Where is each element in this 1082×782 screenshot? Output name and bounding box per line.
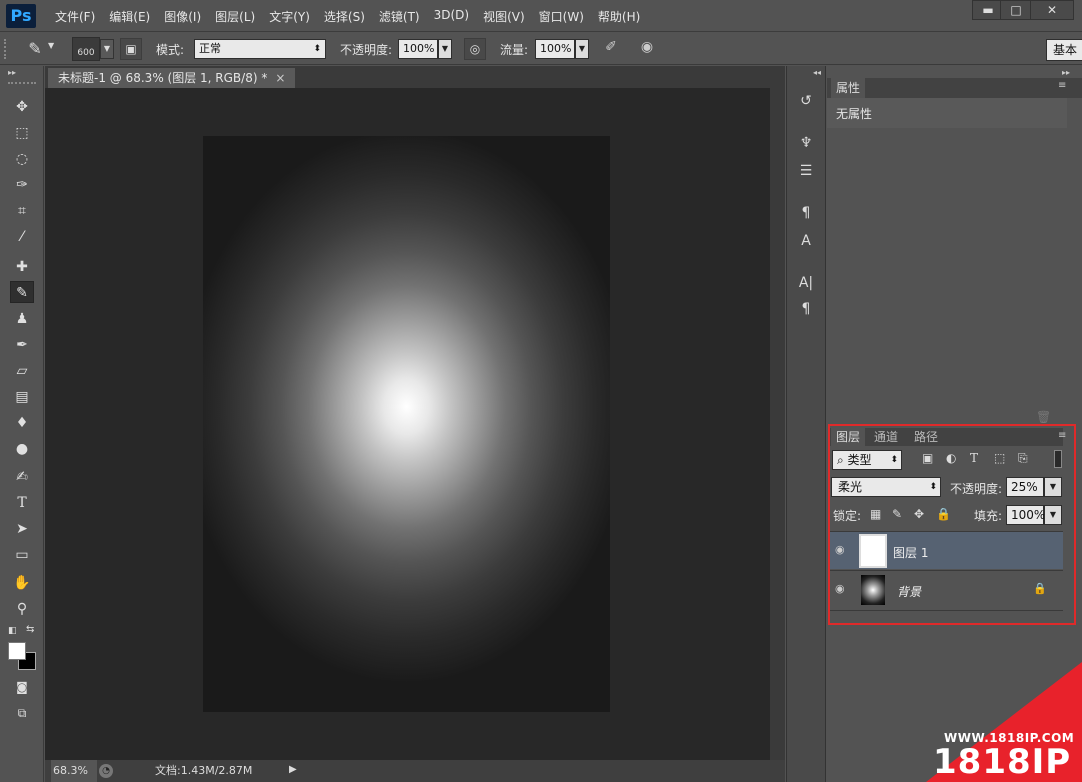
menu-layer[interactable]: 图层(L) [208, 8, 262, 25]
menu-edit[interactable]: 编辑(E) [102, 8, 157, 25]
character-panel-icon[interactable]: A| [795, 272, 817, 294]
highlight-box [828, 424, 1076, 625]
flow-input[interactable]: 100% [535, 39, 575, 59]
opacity-input[interactable]: 100% [398, 39, 438, 59]
flow-label: 流量: [500, 43, 529, 57]
collapse-dock-icon[interactable]: ◂◂ [813, 68, 821, 77]
brush-size-dropdown[interactable]: ▼ [100, 39, 114, 59]
select-arrows-icon: ⬍ [313, 44, 321, 54]
brush-size-picker[interactable]: 600 [72, 37, 100, 61]
menu-select[interactable]: 选择(S) [317, 8, 372, 25]
opacity-dropdown[interactable]: ▼ [438, 39, 452, 59]
clone-stamp-tool-icon[interactable]: ♟ [10, 308, 34, 330]
menu-file[interactable]: 文件(F) [48, 8, 102, 25]
preset-dropdown-arrow-icon[interactable]: ▼ [48, 41, 54, 50]
close-tab-icon[interactable]: × [275, 71, 285, 85]
document-tab[interactable]: 未标题-1 @ 68.3% (图层 1, RGB/8) * × [48, 68, 296, 88]
adjustments-icon[interactable]: ☰ [795, 160, 817, 182]
paragraph-panel-icon[interactable]: ¶ [795, 298, 817, 320]
mode-label: 模式: [156, 43, 185, 57]
expand-panels-icon[interactable]: ▸▸ [1062, 68, 1070, 77]
paragraph-styles-icon[interactable]: ¶ [795, 202, 817, 224]
menu-type[interactable]: 文字(Y) [262, 8, 317, 25]
status-bar: 68.3% ◔ 文档:1.43M/2.87M ▶ [45, 760, 785, 782]
blur-tool-icon[interactable]: ♦ [10, 412, 34, 434]
history-panel-icon[interactable]: ↺ [795, 90, 817, 112]
brush-tool-icon[interactable]: ✎ [10, 281, 34, 303]
path-selection-tool-icon[interactable]: ➤ [10, 518, 34, 540]
close-window-button[interactable]: ✕ [1030, 0, 1074, 20]
tools-panel: ▸▸ ✥ ⬚ ◌ ✑ ⌗ ⁄ ✚ ✎ ♟ ✒ ▱ ▤ ♦ ● ✍ T ➤ ▭ ✋… [0, 66, 44, 782]
pressure-opacity-icon[interactable]: ◎ [464, 38, 486, 60]
mode-select[interactable]: 正常 ⬍ [194, 39, 326, 59]
properties-menu-icon[interactable]: ≡ [1058, 80, 1066, 91]
shape-tool-icon[interactable]: ▭ [10, 544, 34, 566]
status-menu-arrow-icon[interactable]: ▶ [289, 764, 297, 775]
menu-filter[interactable]: 滤镜(T) [372, 8, 427, 25]
options-bar: ✎ ▼ 600 ▼ ▣ 模式: 正常 ⬍ 不透明度: 100% ▼ ◎ 流量: 1… [0, 33, 1082, 65]
dodge-tool-icon[interactable]: ● [10, 438, 34, 460]
main-menu: 文件(F) 编辑(E) 图像(I) 图层(L) 文字(Y) 选择(S) 滤镜(T… [48, 8, 647, 25]
brush-tool-preset-icon[interactable]: ✎ [22, 37, 48, 61]
properties-delete-icon[interactable]: 🗑 [1036, 410, 1051, 424]
panel-dock: ◂◂ ↺ ♆ ☰ ¶ A A| ¶ [786, 66, 826, 782]
watermark-brand: 1818IP [933, 742, 1072, 782]
swap-colors-icon[interactable]: ⇆ [26, 624, 34, 635]
mode-value: 正常 [199, 42, 221, 55]
pressure-size-icon[interactable]: ◉ [636, 39, 658, 61]
history-brush-tool-icon[interactable]: ✒ [10, 334, 34, 356]
vertical-scrollbar[interactable] [770, 88, 785, 760]
properties-header [827, 78, 1082, 98]
eraser-tool-icon[interactable]: ▱ [10, 360, 34, 382]
airbrush-icon[interactable]: ✐ [600, 39, 622, 61]
canvas-image[interactable] [203, 136, 610, 712]
zoom-tool-icon[interactable]: ⚲ [10, 598, 34, 620]
document-tab-title: 未标题-1 @ 68.3% (图层 1, RGB/8) * [58, 71, 268, 85]
menu-help[interactable]: 帮助(H) [591, 8, 647, 25]
quick-selection-tool-icon[interactable]: ✑ [10, 174, 34, 196]
default-colors-icon[interactable]: ◧ [8, 626, 17, 636]
workspace-switcher[interactable]: 基本 [1046, 39, 1082, 61]
no-properties-text: 无属性 [836, 107, 873, 121]
photoshop-logo: Ps [6, 4, 36, 28]
opacity-label: 不透明度: [340, 43, 393, 57]
maximize-button[interactable]: □ [1000, 0, 1032, 20]
tab-properties[interactable]: 属性 [831, 78, 865, 98]
menu-window[interactable]: 窗口(W) [532, 8, 591, 25]
flow-dropdown[interactable]: ▼ [575, 39, 589, 59]
foreground-color-swatch[interactable] [8, 642, 26, 660]
menu-image[interactable]: 图像(I) [157, 8, 208, 25]
menu-bar: Ps 文件(F) 编辑(E) 图像(I) 图层(L) 文字(Y) 选择(S) 滤… [0, 0, 1082, 32]
character-styles-icon[interactable]: A [795, 230, 817, 252]
marquee-tool-icon[interactable]: ⬚ [10, 122, 34, 144]
zoom-level[interactable]: 68.3% [51, 760, 97, 782]
share-icon[interactable]: ◔ [99, 764, 113, 778]
move-tool-icon[interactable]: ✥ [10, 96, 34, 118]
document-size-info: 文档:1.43M/2.87M [155, 764, 253, 777]
menu-3d[interactable]: 3D(D) [427, 8, 476, 25]
eyedropper-tool-icon[interactable]: ⁄ [10, 226, 34, 248]
type-tool-icon[interactable]: T [10, 492, 34, 514]
healing-brush-tool-icon[interactable]: ✚ [10, 256, 34, 278]
brush-panel-toggle-icon[interactable]: ▣ [120, 38, 142, 60]
lasso-tool-icon[interactable]: ◌ [10, 148, 34, 170]
pen-tool-icon[interactable]: ✍ [10, 466, 34, 488]
hand-tool-icon[interactable]: ✋ [10, 572, 34, 594]
screen-mode-icon[interactable]: ⧉ [10, 702, 34, 724]
quick-mask-icon[interactable]: ◙ [10, 676, 34, 698]
properties-body: 无属性 [827, 98, 1067, 128]
crop-tool-icon[interactable]: ⌗ [10, 200, 34, 222]
options-grip[interactable] [4, 39, 8, 59]
collapse-toolbar-icon[interactable]: ▸▸ [8, 68, 16, 77]
brush-presets-icon[interactable]: ♆ [795, 132, 817, 154]
toolbar-grip[interactable] [8, 82, 36, 84]
brush-size-value: 600 [77, 48, 95, 58]
gradient-tool-icon[interactable]: ▤ [10, 386, 34, 408]
menu-view[interactable]: 视图(V) [476, 8, 532, 25]
